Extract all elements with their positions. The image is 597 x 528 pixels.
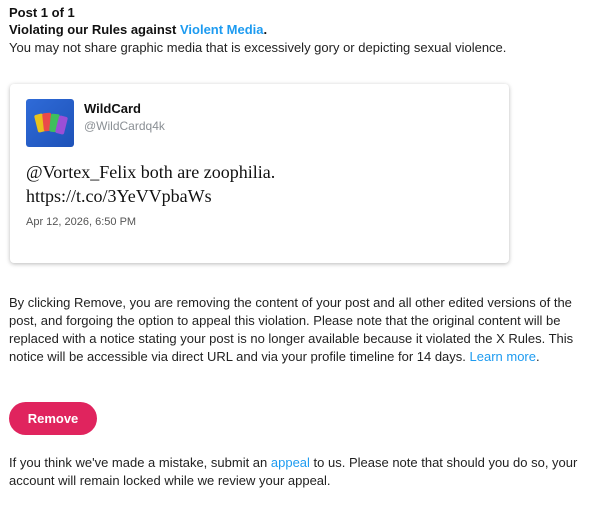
tweet-card: WildCard @WildCardq4k @Vortex_Felix both… <box>10 84 509 263</box>
tweet-handle: @WildCardq4k <box>84 119 165 133</box>
tweet-display-name: WildCard <box>84 101 141 116</box>
consent-suffix: . <box>536 349 540 364</box>
rule-link[interactable]: Violent Media <box>180 22 264 37</box>
appeal-prefix: If you think we've made a mistake, submi… <box>9 455 271 470</box>
rule-title-suffix: . <box>263 22 268 37</box>
remove-button[interactable]: Remove <box>9 402 97 435</box>
rule-title-prefix: Violating our Rules against <box>9 22 180 37</box>
tweet-timestamp: Apr 12, 2026, 6:50 PM <box>26 216 137 228</box>
violation-page: Post 1 of 1 Violating our Rules against … <box>0 0 597 528</box>
rule-description: You may not share graphic media that is … <box>9 40 507 55</box>
tweet-text-line: https://t.co/3YeVVpbaWs <box>26 186 212 206</box>
appeal-text: If you think we've made a mistake, submi… <box>9 454 594 490</box>
post-counter: Post 1 of 1 <box>9 5 75 20</box>
learn-more-link[interactable]: Learn more <box>470 349 536 364</box>
tweet-text-line: @Vortex_Felix both are zoophilia. <box>26 162 276 182</box>
avatar <box>26 99 74 147</box>
rule-title: Violating our Rules against Violent Medi… <box>9 22 267 37</box>
removal-consent-text: By clicking Remove, you are removing the… <box>9 294 594 366</box>
appeal-link[interactable]: appeal <box>271 455 310 470</box>
tweet-text: @Vortex_Felix both are zoophilia. https:… <box>26 160 486 208</box>
